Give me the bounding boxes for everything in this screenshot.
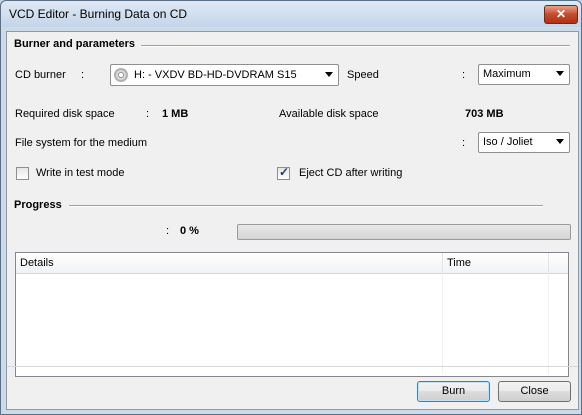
window-title: VCD Editor - Burning Data on CD: [9, 7, 188, 21]
required-space-value: 1 MB: [162, 108, 189, 120]
test-mode-checkbox[interactable]: [16, 167, 29, 180]
chevron-down-icon: [325, 72, 333, 77]
colon-separator: :: [166, 225, 170, 237]
column-header-details[interactable]: Details: [16, 253, 443, 273]
dialog-client-area: Burner and parameters CD burner : H: - V…: [6, 31, 579, 410]
burn-button[interactable]: Burn: [417, 381, 490, 402]
title-bar[interactable]: VCD Editor - Burning Data on CD ✕: [1, 1, 581, 27]
required-space-label: Required disk space: [15, 108, 115, 120]
list-header: Details Time: [16, 253, 568, 274]
speed-select[interactable]: Maximum: [478, 64, 570, 85]
eject-checkbox[interactable]: ✓: [277, 165, 290, 180]
close-button[interactable]: Close: [498, 381, 571, 402]
filesystem-label: File system for the medium: [15, 137, 148, 149]
available-space-label: Available disk space: [279, 108, 379, 120]
column-header-time[interactable]: Time: [443, 253, 549, 273]
colon-separator: :: [462, 69, 466, 81]
checkmark-icon: ✓: [279, 165, 290, 179]
speed-label: Speed: [347, 69, 379, 81]
progress-bar: [237, 224, 571, 240]
column-divider: [442, 273, 443, 374]
section-divider: [141, 45, 570, 47]
filesystem-value: Iso / Joliet: [483, 136, 533, 148]
eject-label[interactable]: Eject CD after writing: [299, 167, 402, 179]
column-divider: [548, 273, 549, 374]
dialog-window: VCD Editor - Burning Data on CD ✕ Burner…: [0, 0, 582, 415]
cd-burner-select[interactable]: H: - VXDV BD-HD-DVDRAM S15: [110, 64, 339, 86]
colon-separator: :: [462, 137, 466, 149]
colon-separator: :: [81, 69, 85, 81]
section-divider: [69, 205, 543, 207]
filesystem-select[interactable]: Iso / Joliet: [478, 132, 570, 153]
test-mode-label[interactable]: Write in test mode: [36, 167, 124, 179]
section-heading-progress: Progress: [14, 199, 62, 211]
cd-disc-icon: [114, 68, 128, 82]
footer-divider: [7, 366, 578, 367]
section-heading-burner: Burner and parameters: [14, 38, 136, 50]
chevron-down-icon: [556, 71, 564, 76]
colon-separator: :: [146, 108, 150, 120]
window-close-button[interactable]: ✕: [544, 5, 578, 24]
progress-percent: 0 %: [180, 225, 199, 237]
details-list[interactable]: Details Time: [15, 252, 569, 377]
cd-burner-value: H: - VXDV BD-HD-DVDRAM S15: [134, 69, 297, 81]
cd-burner-label: CD burner: [15, 69, 66, 81]
speed-value: Maximum: [483, 68, 531, 80]
chevron-down-icon: [556, 139, 564, 144]
available-space-value: 703 MB: [465, 108, 504, 120]
